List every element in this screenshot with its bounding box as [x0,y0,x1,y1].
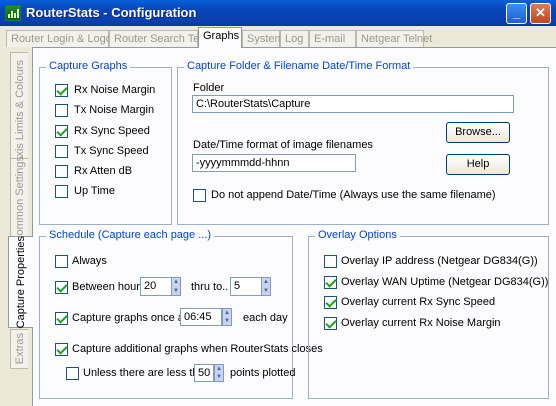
overlay-rx-noise-checkbox[interactable] [324,317,337,330]
rx-sync-speed-label: Rx Sync Speed [74,125,150,137]
tab-system[interactable]: System [242,30,284,47]
side-tab-label: Capture Properties [15,235,27,329]
up-time-checkbox[interactable] [55,185,68,198]
overlay-options-legend: Overlay Options [315,229,400,241]
overlay-rx-sync-label: Overlay current Rx Sync Speed [341,296,496,308]
from-hour-input[interactable]: 20 [140,277,172,296]
top-tab-strip: Router Login & Logout Router Search Text… [0,26,556,48]
side-tab-common-settings[interactable]: Common Settings [10,156,28,244]
to-hour-input[interactable]: 5 [230,277,262,296]
tab-email[interactable]: E-mail [309,30,356,47]
side-tab-extras[interactable]: Extras [10,329,28,369]
rx-atten-db-checkbox[interactable] [55,165,68,178]
overlay-rx-noise-label: Overlay current Rx Noise Margin [341,317,501,329]
min-points-input[interactable]: 50 [194,364,214,382]
rx-sync-speed-checkbox[interactable] [55,125,68,138]
side-tab-label: Extras [13,333,26,365]
app-icon [5,5,21,21]
browse-button[interactable]: Browse... [446,122,510,143]
tx-noise-margin-label: Tx Noise Margin [74,104,155,116]
no-append-datetime-label: Do not append Date/Time (Always use the … [211,189,496,201]
always-label: Always [72,255,107,267]
no-append-datetime-checkbox[interactable] [193,189,206,202]
unless-less-than-label: Unless there are less than [83,367,211,379]
capture-graphs-legend: Capture Graphs [46,60,131,72]
tx-sync-speed-label: Tx Sync Speed [74,145,149,157]
capture-properties-panel: Capture Graphs Rx Noise Margin Tx Noise … [32,47,556,406]
from-hour-spinner[interactable]: ▲ ▼ [171,277,181,296]
tx-noise-margin-checkbox[interactable] [55,104,68,117]
each-day-label: each day [243,312,288,324]
capture-additional-label: Capture additional graphs when RouterSta… [72,343,323,355]
folder-input[interactable]: C:\RouterStats\Capture [192,95,514,113]
overlay-ip-label: Overlay IP address (Netgear DG834(G)) [341,255,538,267]
capture-additional-checkbox[interactable] [55,343,68,356]
capture-graphs-group: Capture Graphs Rx Noise Margin Tx Noise … [39,60,172,225]
points-plotted-label: points plotted [230,367,296,379]
tab-router-search-text[interactable]: Router Search Text [109,30,208,47]
overlay-options-group: Overlay Options Overlay IP address (Netg… [308,229,549,399]
datetime-format-label: Date/Time format of image filenames [193,139,373,151]
close-button[interactable]: ✕ [530,3,551,24]
thru-to-label: thru to.. [191,281,229,293]
capture-folder-group: Capture Folder & Filename Date/Time Form… [177,60,549,225]
help-button[interactable]: Help [446,154,510,175]
schedule-group: Schedule (Capture each page ...) Always … [39,229,323,399]
overlay-ip-checkbox[interactable] [324,255,337,268]
up-time-label: Up Time [74,185,115,197]
overlay-wan-uptime-checkbox[interactable] [324,276,337,289]
capture-once-checkbox[interactable] [55,312,68,325]
rx-noise-margin-checkbox[interactable] [55,84,68,97]
between-hours-label: Between hours [72,281,146,293]
capture-folder-legend: Capture Folder & Filename Date/Time Form… [184,60,414,72]
tx-sync-speed-checkbox[interactable] [55,145,68,158]
tab-graphs[interactable]: Graphs [198,27,242,48]
overlay-rx-sync-checkbox[interactable] [324,296,337,309]
tab-router-login-logout[interactable]: Router Login & Logout [6,30,121,47]
overlay-wan-uptime-label: Overlay WAN Uptime (Netgear DG834(G)) [341,276,549,288]
always-checkbox[interactable] [55,255,68,268]
between-hours-checkbox[interactable] [55,281,68,294]
capture-once-label: Capture graphs once at [72,312,187,324]
datetime-format-input[interactable]: -yyyymmmdd-hhnn [192,154,356,172]
window-title: RouterStats - Configuration [26,5,197,20]
tab-netgear-telnet[interactable]: Netgear Telnet [356,30,432,47]
rx-noise-margin-label: Rx Noise Margin [74,84,156,96]
to-hour-spinner[interactable]: ▲ ▼ [261,277,271,296]
capture-time-spinner[interactable]: ▲ ▼ [222,308,232,326]
min-points-spinner[interactable]: ▲ ▼ [214,364,224,382]
folder-label: Folder [193,82,225,94]
schedule-legend: Schedule (Capture each page ...) [46,229,215,241]
side-tab-label: Common Settings [13,156,26,244]
tab-log[interactable]: Log [280,30,309,47]
minimize-button[interactable]: _ [506,3,527,24]
capture-time-input[interactable]: 06:45 [180,308,222,326]
unless-less-than-checkbox[interactable] [66,367,79,380]
title-bar[interactable]: RouterStats - Configuration _ ✕ [0,0,556,26]
side-tab-capture-properties[interactable]: Capture Properties [8,236,33,328]
rx-atten-db-label: Rx Atten dB [74,165,133,177]
